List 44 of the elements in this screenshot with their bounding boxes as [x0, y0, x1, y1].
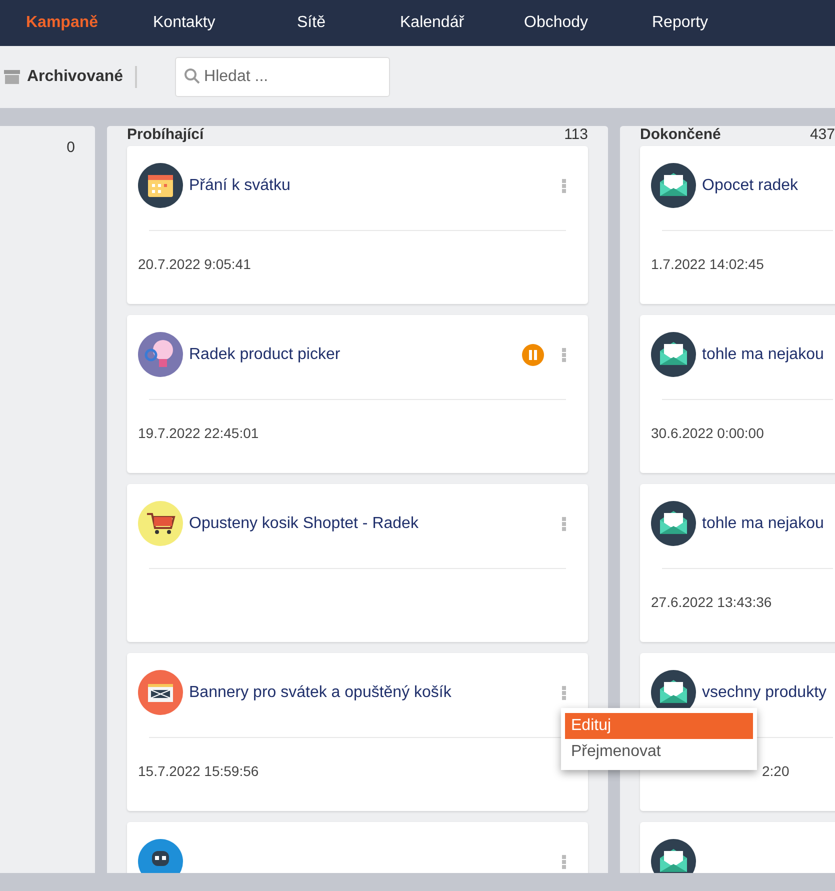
campaign-date: 27.6.2022 13:43:36 — [651, 594, 772, 610]
column-title: Probíhající — [127, 126, 204, 143]
search-field[interactable]: Hledat ... — [175, 57, 390, 97]
column-count: 0 — [66, 138, 75, 156]
menu-item[interactable]: Přejmenovat — [565, 739, 753, 765]
campaign-title[interactable]: Opusteny kosik Shoptet - Radek — [189, 514, 556, 532]
calendar-icon — [138, 163, 183, 208]
more-options-icon[interactable] — [562, 516, 566, 530]
more-options-icon[interactable] — [562, 348, 566, 362]
campaign-title[interactable]: vsechny produkty — [702, 684, 835, 702]
campaign-date: 19.7.2022 22:45:01 — [138, 425, 259, 441]
nav-tab[interactable]: Kontakty — [153, 14, 216, 32]
campaign-date: 20.7.2022 9:05:41 — [138, 256, 251, 272]
search-icon — [184, 68, 200, 84]
more-options-icon[interactable] — [562, 854, 566, 868]
campaign-date: 1.7.2022 14:02:45 — [651, 256, 764, 272]
campaign-title[interactable]: Radek product picker — [189, 346, 516, 364]
campaign-title[interactable]: tohle ma nejakou — [702, 514, 835, 532]
column-count: 113 — [564, 126, 588, 143]
nav-tab[interactable]: Kalendář — [400, 14, 464, 32]
pause-icon[interactable] — [522, 344, 544, 366]
nav-tab[interactable]: Sítě — [297, 14, 326, 32]
shopping-cart-icon — [138, 501, 183, 546]
lightbulb-icon — [138, 332, 183, 377]
campaign-title[interactable]: Přání k svátku — [189, 176, 556, 194]
campaign-date: 30.6.2022 0:00:00 — [651, 425, 764, 441]
envelope-icon — [651, 163, 696, 208]
campaign-date: 2:20 — [762, 763, 790, 779]
campaign-date: 15.7.2022 15:59:56 — [138, 763, 259, 779]
envelope-icon — [651, 501, 696, 546]
campaign-title[interactable]: tohle ma nejakou — [702, 346, 835, 364]
envelope-icon — [651, 332, 696, 377]
browser-window-icon — [138, 670, 183, 715]
column-count: 437 — [810, 126, 835, 143]
column-title: Dokončené — [640, 126, 721, 143]
campaign-title[interactable]: Opocet radek — [702, 176, 835, 194]
archived-link[interactable]: Archivované — [27, 68, 124, 86]
more-options-icon[interactable] — [562, 686, 566, 700]
campaign-title[interactable]: Bannery pro svátek a opuštěný košík — [189, 684, 556, 702]
nav-tab[interactable]: Kampaně — [26, 14, 98, 32]
nav-tab[interactable]: Obchody — [524, 14, 588, 32]
nav-tab[interactable]: Reporty — [652, 14, 708, 32]
archive-box-icon — [4, 70, 20, 84]
more-options-icon[interactable] — [562, 178, 566, 192]
